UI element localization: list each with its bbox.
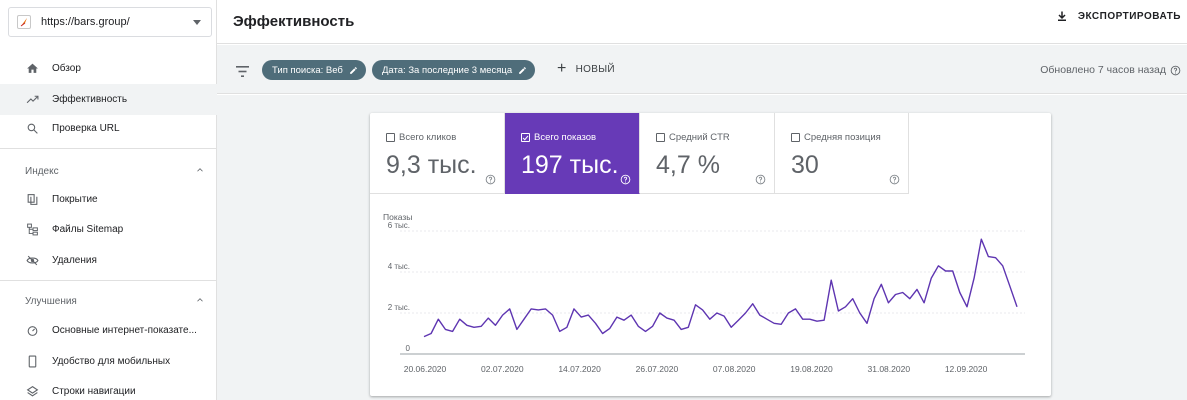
impressions-chart: Показы 02 тыс. 4 тыс. 6 тыс. 20.06.2020 02.0… (370, 194, 1051, 396)
x-tick-label: 19.08.2020 (790, 364, 833, 374)
chevron-up-icon (195, 165, 205, 178)
chevron-up-icon (195, 295, 205, 308)
sidebar-item-label: Обзор (52, 63, 81, 74)
x-tick-label: 14.07.2020 (558, 364, 601, 374)
sidebar-item-label: Проверка URL (52, 123, 120, 134)
dropdown-caret-icon (193, 19, 201, 25)
sidebar-item-core-web-vitals[interactable]: Основные интернет-показате... (0, 315, 217, 346)
sidebar-item-label: Удаления (52, 255, 97, 266)
site-logo-icon (17, 15, 31, 29)
last-updated: Обновлено 7 часов назад (1040, 64, 1181, 76)
sidebar-item-label: Основные интернет-показате... (52, 325, 197, 336)
chart-canvas: 0 2 тыс. 4 тыс. 6 тыс. 20.06.2020 02.07.2020 1… (388, 221, 1025, 374)
speed-icon (25, 324, 39, 338)
help-icon[interactable] (755, 172, 766, 190)
sidebar-item-label: Покрытие (52, 194, 98, 205)
section-title: Улучшения (25, 295, 77, 307)
export-button[interactable]: ЭКСПОРТИРОВАТЬ (1056, 10, 1181, 22)
sitemap-icon (25, 223, 39, 237)
impressions-series-line (423, 238, 1018, 338)
y-tick-label: 2 тыс. (388, 303, 410, 312)
plus-icon: + (557, 60, 567, 77)
metric-header: Средний CTR (656, 132, 730, 143)
visibility-off-icon (25, 254, 39, 268)
edit-icon (519, 66, 527, 74)
sidebar-item-breadcrumbs[interactable]: Строки навигации (0, 376, 217, 400)
property-selector[interactable]: https://bars.group/ (8, 7, 212, 37)
metric-label: Всего показов (534, 132, 597, 143)
metric-value: 197 тыс. (521, 151, 619, 179)
page-title: Эффективность (233, 13, 355, 30)
y-tick-label: 4 тыс. (388, 262, 410, 271)
property-url: https://bars.group/ (41, 16, 130, 28)
help-icon[interactable] (485, 172, 496, 190)
section-index-header[interactable]: Индекс (25, 161, 205, 181)
sidebar-item-url-inspection[interactable]: Проверка URL (0, 113, 217, 144)
sidebar-divider (0, 280, 216, 281)
x-tick-label: 02.07.2020 (481, 364, 524, 374)
sidebar-item-removals[interactable]: Удаления (0, 245, 217, 276)
metric-label: Средняя позиция (804, 132, 881, 143)
metric-value: 30 (791, 151, 819, 179)
metric-header: Всего показов (521, 132, 596, 143)
x-tick-label: 07.08.2020 (713, 364, 756, 374)
metric-average-position[interactable]: Средняя позиция 30 (775, 113, 909, 194)
metric-value: 4,7 % (656, 151, 720, 179)
sidebar-item-sitemaps[interactable]: Файлы Sitemap (0, 214, 217, 245)
metric-total-clicks[interactable]: Всего кликов 9,3 тыс. (370, 113, 505, 194)
top-header: Эффективность ЭКСПОРТИРОВАТЬ (217, 0, 1187, 44)
edit-icon (349, 66, 357, 74)
download-icon (1057, 11, 1066, 21)
sidebar-item-label: Эффективность (52, 94, 128, 105)
checkbox-icon (656, 133, 665, 142)
x-tick-label: 26.07.2020 (636, 364, 679, 374)
metric-label: Средний CTR (669, 132, 730, 143)
sidebar-item-performance[interactable]: Эффективность (0, 84, 217, 115)
new-filter-button[interactable]: + НОВЫЙ (557, 60, 615, 77)
filter-icon[interactable] (236, 64, 249, 82)
x-tick-label: 12.09.2020 (945, 364, 988, 374)
section-enhancements-header[interactable]: Улучшения (25, 291, 205, 311)
smartphone-icon (25, 355, 39, 369)
x-tick-label: 31.08.2020 (868, 364, 911, 374)
sidebar-item-mobile-usability[interactable]: Удобство для мобильных (0, 346, 217, 377)
metric-header: Средняя позиция (791, 132, 881, 143)
metric-average-ctr[interactable]: Средний CTR 4,7 % (640, 113, 775, 194)
y-tick-label: 0 (406, 344, 411, 353)
checkbox-icon (791, 133, 800, 142)
sidebar-item-coverage[interactable]: Покрытие (0, 184, 217, 215)
metric-value: 9,3 тыс. (386, 151, 477, 179)
sidebar-item-overview[interactable]: Обзор (0, 53, 217, 84)
performance-card: Всего кликов 9,3 тыс. Всего показов 197 … (370, 113, 1051, 396)
chip-label: Дата: За последние 3 месяца (382, 64, 513, 76)
trending-up-icon (25, 93, 39, 107)
search-icon (25, 122, 39, 136)
x-tick-label: 20.06.2020 (404, 364, 447, 374)
export-label: ЭКСПОРТИРОВАТЬ (1077, 10, 1181, 22)
help-icon[interactable] (889, 172, 900, 190)
filter-chip-date[interactable]: Дата: За последние 3 месяца (372, 60, 536, 80)
sidebar-item-label: Строки навигации (52, 386, 136, 397)
section-title: Индекс (25, 165, 59, 177)
filter-bar: Тип поиска: Веб Дата: За последние 3 мес… (217, 45, 1187, 94)
checkbox-checked-icon (521, 133, 530, 142)
sidebar-item-label: Файлы Sitemap (52, 224, 124, 235)
help-icon[interactable] (1170, 65, 1181, 76)
metric-header: Всего кликов (386, 132, 456, 143)
y-tick-label: 6 тыс. (388, 221, 410, 230)
metric-total-impressions[interactable]: Всего показов 197 тыс. (505, 113, 640, 194)
metric-label: Всего кликов (399, 132, 457, 143)
filter-chip-search-type[interactable]: Тип поиска: Веб (262, 60, 366, 80)
home-icon (25, 62, 39, 76)
checkbox-icon (386, 133, 395, 142)
sidebar-item-label: Удобство для мобильных (52, 356, 171, 367)
sidebar-divider (0, 148, 216, 149)
sidebar: https://bars.group/ Обзор Эффективность … (0, 0, 217, 400)
last-updated-text: Обновлено 7 часов назад (1040, 64, 1166, 76)
chip-label: Тип поиска: Веб (272, 64, 343, 76)
new-filter-label: НОВЫЙ (575, 63, 615, 75)
layers-icon (25, 385, 39, 399)
help-icon[interactable] (620, 172, 631, 190)
file-copy-icon (25, 193, 39, 207)
